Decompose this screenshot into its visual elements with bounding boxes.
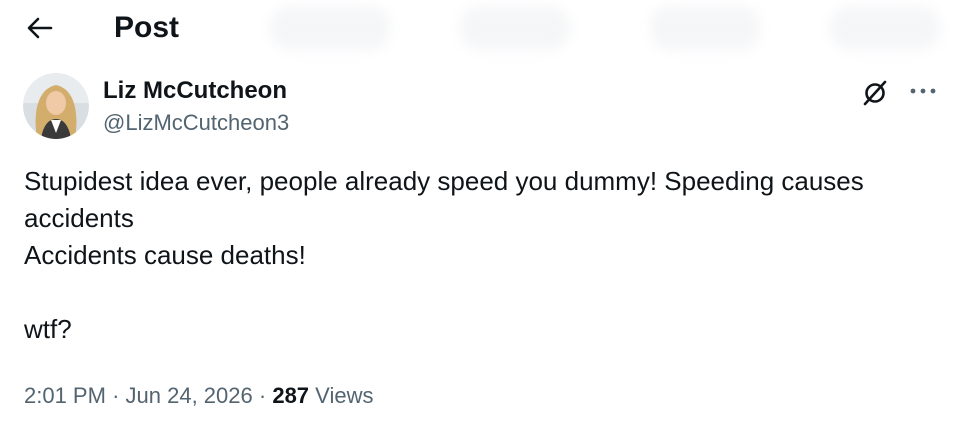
page-title: Post [114, 11, 180, 44]
more-horizontal-icon [910, 88, 936, 94]
blurred-backdrop [650, 6, 760, 50]
avatar[interactable] [23, 73, 89, 139]
post-meta: 2:01 PM · Jun 24, 2026 · 287 Views [24, 380, 373, 412]
author-name[interactable]: Liz McCutcheon [103, 76, 287, 106]
meta-separator: · [112, 383, 120, 408]
blurred-backdrop [270, 6, 390, 50]
blurred-backdrop [830, 6, 940, 50]
post-date[interactable]: Jun 24, 2026 [126, 383, 253, 408]
avatar-image [23, 73, 89, 139]
arrow-left-icon [27, 17, 53, 39]
post-blank-line [24, 274, 944, 311]
post-text-line: Accidents cause deaths! [24, 240, 306, 270]
grok-icon [863, 80, 887, 106]
meta-separator: · [258, 383, 267, 408]
post-text-line: Stupidest idea ever, people already spee… [24, 166, 864, 196]
views-label[interactable]: Views [315, 383, 373, 408]
back-button[interactable] [20, 10, 60, 46]
post-text-line: accidents [24, 203, 134, 233]
post-text: Stupidest idea ever, people already spee… [24, 163, 944, 348]
blurred-backdrop [460, 6, 570, 50]
post-page: Post Liz McCutcheon @LizMcCutcheon3 Stup… [0, 0, 960, 439]
views-count[interactable]: 287 [272, 383, 309, 408]
grok-button[interactable] [858, 76, 892, 110]
post-time[interactable]: 2:01 PM [24, 383, 106, 408]
more-options-button[interactable] [906, 76, 940, 106]
author-handle[interactable]: @LizMcCutcheon3 [103, 108, 289, 138]
post-text-line: wtf? [24, 314, 72, 344]
header-bar: Post [0, 0, 960, 56]
